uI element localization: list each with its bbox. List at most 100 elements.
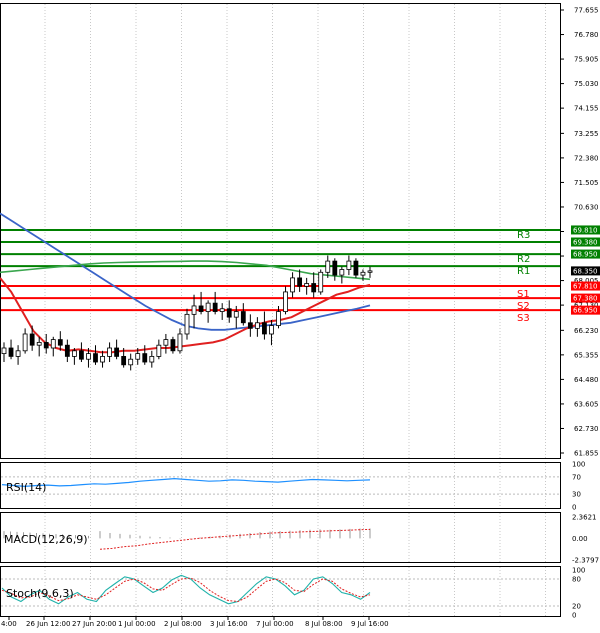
candle <box>43 333 49 354</box>
candle <box>64 339 70 363</box>
candle <box>71 347 77 365</box>
candle-body <box>269 325 274 335</box>
y-tick-label: 72.380 <box>574 154 599 162</box>
macd-panel: 2.3621 0.00 -2.3797 <box>3 514 599 565</box>
candle <box>22 328 28 354</box>
candle <box>304 277 310 295</box>
macd-label: MACD(12,26,9) <box>4 533 88 546</box>
candle <box>15 345 21 365</box>
y-tick-label: 61.855 <box>574 450 599 458</box>
stoch-panel: 10080 200 <box>1 567 585 620</box>
candle <box>100 350 105 368</box>
candle-body <box>71 350 77 357</box>
candle <box>205 300 211 323</box>
rsi-tick-label: 70 <box>572 473 581 481</box>
candle-body <box>247 322 253 329</box>
rsi-tick-label: 30 <box>572 491 581 499</box>
candle <box>107 342 112 363</box>
x-axis-labels: 4:00 26 Jun 12:00 27 Jun 20:00 1 Jul 00:00 2… <box>1 617 389 628</box>
candle-body <box>177 333 183 352</box>
candle-body <box>360 271 366 276</box>
y-tick-label: 62.730 <box>574 425 599 433</box>
candle <box>149 350 155 368</box>
level-price-label: 68.950 <box>573 251 598 259</box>
candle-body <box>198 305 204 312</box>
candle <box>184 308 190 340</box>
level-name: S3 <box>517 313 530 324</box>
level-price-label: 66.950 <box>573 307 598 315</box>
candle-body <box>8 347 14 357</box>
stoch-tick-label: 0 <box>572 612 576 620</box>
candle-body <box>311 283 317 293</box>
candle-body <box>276 311 281 326</box>
candle <box>367 266 373 278</box>
candle <box>290 272 295 298</box>
candle <box>339 266 345 284</box>
candle-body <box>191 305 197 315</box>
candle-body <box>318 271 324 293</box>
candle <box>262 311 267 340</box>
candle <box>156 339 162 360</box>
level-name: R2 <box>517 254 530 265</box>
level-price-label: 69.380 <box>573 239 598 247</box>
candle <box>198 291 204 315</box>
candle <box>1 342 7 363</box>
candle <box>8 339 14 360</box>
candlesticks <box>1 255 373 371</box>
y-tick-label: 65.355 <box>574 351 599 359</box>
y-tick-label: 71.505 <box>574 179 599 187</box>
candle-body <box>121 356 127 366</box>
candle-body <box>205 302 211 312</box>
candle-body <box>339 269 345 276</box>
x-tick-label: 27 Jun 20:00 <box>72 620 116 628</box>
macd-tick-label: 2.3621 <box>572 514 597 522</box>
candle <box>114 339 120 360</box>
stoch-tick-label: 20 <box>572 603 581 611</box>
y-tick-label: 63.605 <box>574 400 599 408</box>
candle-body <box>135 353 141 360</box>
macd-tick-label: 0.00 <box>572 535 588 543</box>
candle <box>191 294 197 329</box>
x-tick-label: 9 Jul 16:00 <box>351 620 389 628</box>
candle-body <box>50 339 56 349</box>
rsi-tick-label: 100 <box>572 461 585 469</box>
candle-body <box>297 277 303 287</box>
current-price-label: 68.350 <box>573 267 598 275</box>
candle-body <box>254 322 260 329</box>
candle-body <box>128 358 134 366</box>
main-panel-frame <box>0 3 561 459</box>
stoch-label: Stoch(9,6,3) <box>6 587 74 600</box>
y-tick-label: 66.230 <box>574 327 599 335</box>
ma-mid-green-line <box>0 260 371 281</box>
candle <box>219 303 225 320</box>
x-tick-label: 8 Jul 08:00 <box>305 620 343 628</box>
candle-body <box>29 333 35 346</box>
candle <box>212 291 218 315</box>
candle-body <box>290 277 295 293</box>
x-tick-label: 4:00 <box>1 620 17 628</box>
level-price-label: 67.810 <box>573 283 598 291</box>
stoch-tick-label: 80 <box>572 576 581 584</box>
chart-canvas: 77.655 76.780 75.905 75.030 74.155 73.255 72.3… <box>0 3 600 628</box>
candle <box>297 269 303 292</box>
x-tick-label: 1 Jul 00:00 <box>118 620 156 628</box>
candle-body <box>184 313 190 335</box>
rsi-line <box>1 477 371 488</box>
candle-body <box>240 311 246 324</box>
candle-body <box>353 260 359 276</box>
candle <box>142 345 148 365</box>
candle-body <box>22 333 28 352</box>
current-price-marker: 68.350 <box>571 266 600 276</box>
candle <box>353 258 359 278</box>
x-tick-label: 2 Jul 08:00 <box>164 620 202 628</box>
x-tick-label: 26 Jun 12:00 <box>26 620 70 628</box>
y-tick-label: 76.780 <box>574 31 599 39</box>
y-tick-label: 74.155 <box>574 105 599 113</box>
candle-body <box>367 270 373 273</box>
candle <box>170 336 176 354</box>
candle-body <box>64 344 70 357</box>
candle-body <box>57 339 63 346</box>
candle <box>36 336 42 357</box>
candle <box>346 255 352 276</box>
y-tick-label: 70.630 <box>574 203 599 211</box>
